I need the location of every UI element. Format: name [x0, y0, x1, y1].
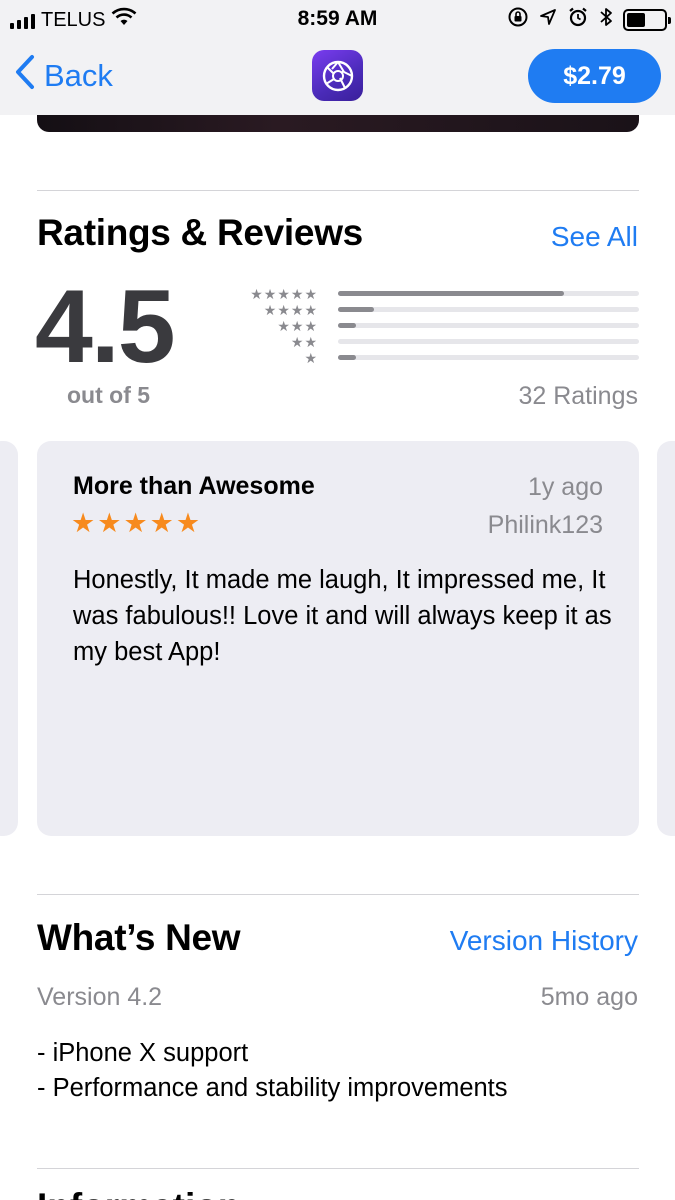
app-store-page: TELUS 8:59 AM Back $2.79 Ratings & Revie… — [0, 0, 675, 1200]
five-star-icon: ★★★★★ — [250, 286, 318, 302]
version-label: Version 4.2 — [37, 983, 163, 1011]
two-star-icon: ★★ — [290, 334, 318, 350]
version-history-link[interactable]: Version History — [450, 925, 638, 957]
alarm-icon — [567, 6, 589, 34]
next-review-card[interactable] — [657, 441, 675, 836]
release-note: - iPhone X support — [37, 1039, 249, 1067]
four-star-icon: ★★★★ — [263, 302, 318, 318]
release-notes: - iPhone X support - Performance and sta… — [37, 1036, 508, 1106]
star-icon: ★ — [71, 508, 96, 538]
information-title: Information — [37, 1186, 240, 1200]
status-bar: TELUS 8:59 AM — [0, 0, 675, 40]
whats-new-title: What’s New — [37, 917, 241, 958]
divider — [37, 1168, 639, 1169]
rating-bar-3 — [338, 318, 639, 334]
star-icon: ★ — [123, 508, 148, 538]
rating-distribution — [338, 286, 639, 366]
bluetooth-icon — [599, 6, 613, 34]
rating-bar-track — [338, 323, 639, 328]
screenshot-preview[interactable] — [37, 115, 639, 132]
rating-bar-track — [338, 307, 639, 312]
chevron-left-icon — [14, 54, 36, 98]
rating-bar-2 — [338, 334, 639, 350]
navigation-bar: Back $2.79 — [0, 40, 675, 115]
out-of-label: out of 5 — [67, 382, 151, 408]
review-author: Philink123 — [487, 511, 603, 539]
divider — [37, 190, 639, 191]
rating-bar-fill — [338, 323, 357, 328]
average-rating: 4.5 — [35, 269, 176, 385]
rating-bar-fill — [338, 307, 375, 312]
three-star-icon: ★★★ — [277, 318, 318, 334]
review-stars: ★ ★ ★ ★ ★ — [71, 508, 200, 539]
back-label: Back — [44, 58, 113, 93]
version-date: 5mo ago — [540, 983, 638, 1011]
rotation-lock-icon — [507, 6, 529, 34]
ratings-section-title: Ratings & Reviews — [37, 212, 363, 253]
rating-bar-1 — [338, 350, 639, 366]
see-all-link[interactable]: See All — [551, 221, 638, 253]
status-right — [507, 6, 671, 34]
review-body: Honestly, It made me laugh, It impressed… — [73, 566, 612, 666]
rating-bar-track — [338, 339, 639, 344]
release-note: - Performance and stability improvements — [37, 1074, 508, 1102]
one-star-icon: ★ — [304, 350, 318, 366]
divider — [37, 894, 639, 895]
review-title: More than Awesome — [73, 472, 315, 500]
rating-bar-track — [338, 291, 639, 296]
rating-bar-track — [338, 355, 639, 360]
ratings-count: 32 Ratings — [518, 382, 638, 410]
buy-price-button[interactable]: $2.79 — [528, 49, 661, 103]
rating-bar-fill — [338, 291, 564, 296]
star-icon: ★ — [175, 508, 201, 538]
rating-bar-4 — [338, 302, 639, 318]
previous-review-card[interactable] — [0, 441, 18, 836]
review-card[interactable]: More than Awesome 1y ago ★ ★ ★ ★ ★ Philink12… — [37, 441, 639, 836]
rating-bar-fill — [338, 355, 357, 360]
star-icon: ★ — [97, 508, 122, 538]
rating-bar-5 — [338, 286, 639, 302]
camera-aperture-icon[interactable] — [312, 50, 363, 101]
location-icon — [539, 8, 557, 32]
review-date: 1y ago — [527, 473, 603, 501]
battery-icon — [623, 9, 671, 31]
star-levels: ★★★★★ ★★★★ ★★★ ★★ ★ — [230, 286, 318, 366]
back-button[interactable]: Back — [14, 54, 113, 98]
star-icon: ★ — [149, 508, 174, 538]
